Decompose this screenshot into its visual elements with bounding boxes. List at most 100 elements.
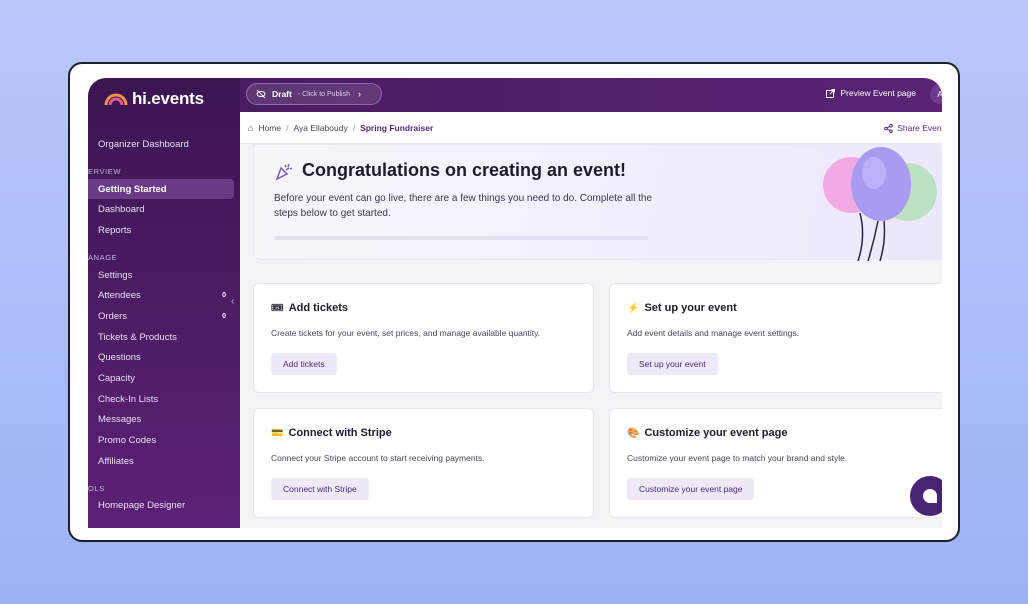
users-icon: [88, 291, 91, 299]
card-title-text: Connect with Stripe: [288, 427, 392, 439]
sidebar-item-label: Homepage Designer: [98, 500, 186, 512]
welcome-banner: Congratulations on creating an event! Be…: [253, 144, 942, 261]
sidebar-item-check-in-lists[interactable]: Check-In Lists: [88, 389, 240, 410]
sidebar-item-messages[interactable]: Messages: [88, 410, 240, 431]
sidebar-item-label: Dashboard: [98, 204, 145, 216]
palette-icon: 🎨: [627, 427, 640, 439]
top-bar: Draft - Click to Publish › Preview Event…: [240, 78, 942, 112]
card-description: Create tickets for your event, set price…: [271, 328, 541, 338]
sidebar-item-label: Questions: [98, 352, 141, 364]
count-badge: 0: [222, 312, 226, 320]
sidebar-item-label: Attendees: [98, 290, 141, 302]
card-description: Customize your event page to match your …: [627, 453, 848, 463]
step-card-add-tickets: 🎟 Add tickets Create tickets for your eve…: [253, 283, 594, 393]
home-icon: ⌂: [248, 122, 254, 133]
sidebar-item-organizer-dashboard[interactable]: Organizer Dashboard: [88, 134, 240, 155]
gauge-icon: [88, 374, 91, 382]
eye-off-icon: [256, 89, 266, 99]
set-up-event-button[interactable]: Set up your event: [627, 353, 718, 375]
sidebar-item-reports[interactable]: Reports: [88, 220, 240, 241]
sidebar-item-label: Affiliates: [98, 455, 134, 467]
breadcrumb-organizer[interactable]: Aya Ellaboudy: [294, 123, 348, 133]
card-description: Add event details and manage event setti…: [627, 328, 800, 338]
publish-hint: - Click to Publish: [297, 90, 350, 98]
sidebar-item-label: Tickets & Products: [98, 331, 177, 343]
avatar[interactable]: A: [930, 84, 942, 104]
sidebar-item-label: Check-In Lists: [98, 393, 159, 405]
ticket-icon: 🎟: [271, 302, 284, 314]
connect-stripe-button[interactable]: Connect with Stripe: [271, 478, 369, 500]
dashboard-icon: [88, 205, 91, 213]
sidebar-item-label: Reports: [98, 224, 132, 236]
sidebar-item-attendees[interactable]: Attendees 0: [88, 285, 240, 306]
collapse-sidebar-icon[interactable]: ‹: [231, 296, 234, 307]
share-icon: [884, 123, 894, 133]
card-title: 🎨 Customize your event page: [627, 427, 788, 439]
cart-icon: [88, 312, 91, 320]
share-event-button[interactable]: Share Event: [884, 123, 942, 133]
sidebar-item-promo-codes[interactable]: Promo Codes: [88, 430, 240, 451]
breadcrumb-current: Spring Fundraiser: [360, 122, 434, 133]
card-title: 💳 Connect with Stripe: [271, 427, 392, 439]
sidebar-item-orders[interactable]: Orders 0: [88, 306, 240, 327]
sidebar-item-tickets-products[interactable]: Tickets & Products: [88, 327, 240, 348]
sidebar-item-affiliates[interactable]: Affiliates: [88, 451, 240, 472]
sidebar-item-questions[interactable]: Questions: [88, 348, 240, 369]
rocket-icon: [88, 185, 91, 193]
sidebar-item-capacity[interactable]: Capacity: [88, 368, 240, 389]
step-card-customize-page: 🎨 Customize your event page Customize you…: [609, 408, 942, 518]
chevron-right-icon: ›: [357, 89, 361, 99]
preview-label: Preview Event page: [840, 88, 916, 98]
logo-text: hi.events: [132, 89, 204, 108]
publish-status-button[interactable]: Draft - Click to Publish ›: [246, 83, 382, 105]
draft-label: Draft: [272, 89, 292, 99]
sidebar-item-getting-started[interactable]: Getting Started: [88, 178, 234, 200]
sidebar-item-dashboard[interactable]: Dashboard: [88, 199, 240, 220]
banner-description: Before your event can go live, there are…: [274, 193, 653, 219]
ticket-icon: [88, 333, 91, 341]
breadcrumb-separator: /: [352, 122, 356, 133]
card-title: 🎟 Add tickets: [271, 302, 348, 314]
section-overview: ERVIEW: [88, 166, 122, 176]
sidebar-item-settings[interactable]: Settings: [88, 265, 240, 286]
title-text: Congratulations on creating an event!: [302, 160, 627, 180]
home-icon: [88, 140, 91, 148]
share-label: Share Event: [897, 123, 942, 133]
chart-icon: [88, 226, 91, 234]
card-title-text: Add tickets: [288, 302, 348, 314]
balloons-illustration: [823, 147, 937, 261]
add-tickets-button[interactable]: Add tickets: [271, 353, 337, 375]
sidebar-item-label: Getting Started: [98, 183, 167, 195]
customize-page-button[interactable]: Customize your event page: [627, 478, 755, 500]
preview-event-page-link[interactable]: Preview Event page: [826, 88, 916, 98]
sidebar: hi.events Organizer Dashboard ERVIEW Get…: [88, 78, 240, 528]
card-title-text: Customize your event page: [644, 427, 788, 439]
sidebar-nav: Organizer Dashboard ERVIEW Getting Start…: [88, 134, 240, 516]
question-icon: [88, 354, 91, 362]
section-manage: ANAGE: [88, 252, 118, 262]
section-tools: OLS: [88, 483, 105, 493]
sidebar-item-label: Capacity: [98, 373, 135, 385]
setup-progress-bar: [274, 236, 648, 240]
sidebar-item-label: Messages: [98, 414, 142, 426]
card-title-text: Set up your event: [644, 302, 737, 314]
sidebar-item-label: Promo Codes: [98, 435, 157, 447]
sidebar-item-label: Orders: [98, 310, 128, 322]
sidebar-item-homepage-designer[interactable]: Homepage Designer: [88, 496, 240, 517]
breadcrumb-separator: /: [286, 122, 289, 133]
app-window: hi.events Organizer Dashboard ERVIEW Get…: [88, 78, 942, 528]
screenshot-frame: hi.events Organizer Dashboard ERVIEW Get…: [68, 62, 960, 542]
checklist-icon: [88, 395, 91, 403]
chat-button[interactable]: [910, 476, 942, 516]
lightning-icon: ⚡: [627, 302, 640, 314]
gear-icon: [88, 271, 91, 279]
party-popper-icon: [275, 163, 293, 181]
tag-icon: [88, 436, 91, 444]
logo[interactable]: hi.events: [104, 89, 204, 109]
step-card-set-up-event: ⚡ Set up your event Add event details and…: [609, 283, 942, 393]
chat-bubble-icon: [923, 489, 937, 503]
step-card-connect-stripe: 💳 Connect with Stripe Connect your Stripe…: [253, 408, 594, 518]
breadcrumb-home[interactable]: Home: [258, 123, 281, 133]
link-icon: [88, 457, 91, 465]
external-link-icon: [826, 88, 836, 98]
